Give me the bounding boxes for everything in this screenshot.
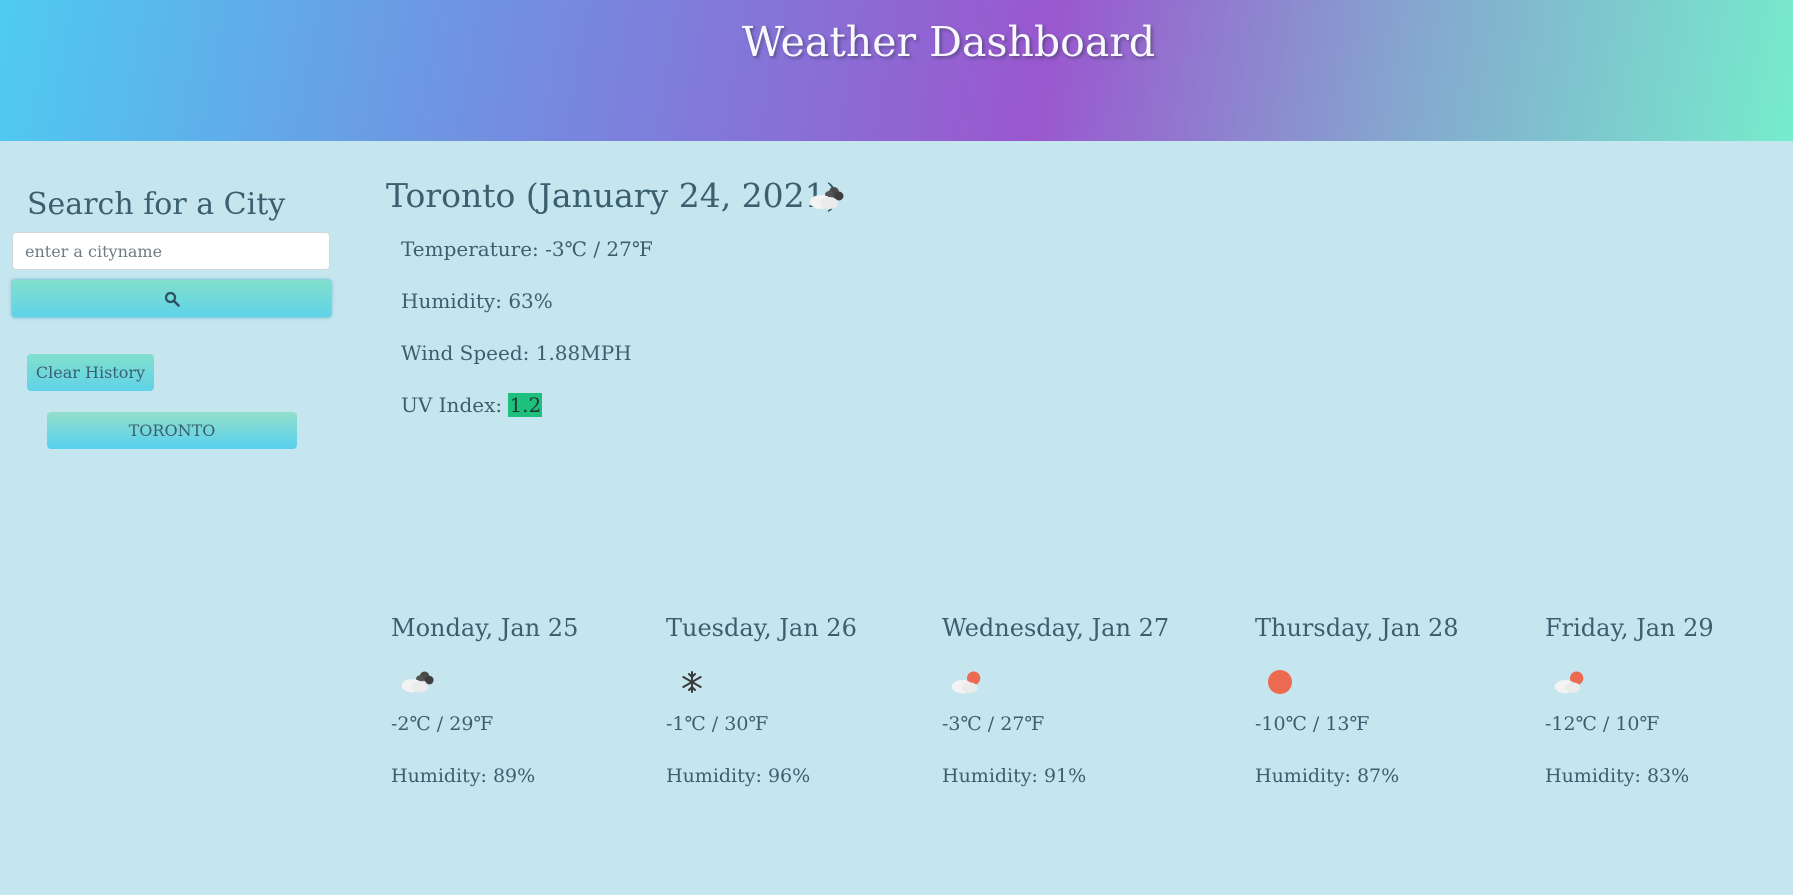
sidebar-title: Search for a City xyxy=(27,187,286,222)
forecast-temperature: -10℃ / 13℉ xyxy=(1255,713,1370,735)
header-banner: Weather Dashboard xyxy=(0,0,1793,141)
forecast-day: Tuesday, Jan 26 xyxy=(666,614,857,642)
current-wind-speed: Wind Speed: 1.88MPH xyxy=(401,341,632,365)
forecast-humidity: Humidity: 87% xyxy=(1255,765,1400,787)
forecast-day: Wednesday, Jan 27 xyxy=(942,614,1170,642)
cloudy-icon xyxy=(810,187,844,209)
partly-cloudy-icon xyxy=(951,671,981,694)
forecast-humidity: Humidity: 91% xyxy=(942,765,1087,787)
sun-icon xyxy=(1268,670,1292,694)
clear-history-button[interactable]: Clear History xyxy=(27,354,154,391)
forecast-temperature: -2℃ / 29℉ xyxy=(391,713,494,735)
current-city-title: Toronto (January 24, 2021) xyxy=(386,176,839,215)
current-humidity: Humidity: 63% xyxy=(401,289,553,313)
partly-cloudy-icon xyxy=(1554,671,1584,694)
page-title: Weather Dashboard xyxy=(741,18,1156,66)
cloudy-icon xyxy=(401,671,434,693)
uv-value-badge: 1.2 xyxy=(508,393,543,417)
forecast-humidity: Humidity: 96% xyxy=(666,765,811,787)
forecast-temperature: -3℃ / 27℉ xyxy=(942,713,1045,735)
search-icon xyxy=(164,291,180,307)
forecast-day: Friday, Jan 29 xyxy=(1545,614,1714,642)
current-temperature: Temperature: -3℃ / 27℉ xyxy=(401,237,653,261)
snowflake-icon xyxy=(682,671,702,693)
current-uv-index: UV Index: 1.2 xyxy=(401,393,543,417)
search-button[interactable] xyxy=(11,279,332,318)
forecast-humidity: Humidity: 89% xyxy=(391,765,536,787)
city-search-input[interactable] xyxy=(12,232,330,270)
uv-label: UV Index: xyxy=(401,393,503,417)
forecast-temperature: -12℃ / 10℉ xyxy=(1545,713,1660,735)
history-item-toronto[interactable]: TORONTO xyxy=(47,412,297,449)
forecast-day: Thursday, Jan 28 xyxy=(1255,614,1459,642)
forecast-temperature: -1℃ / 30℉ xyxy=(666,713,769,735)
forecast-day: Monday, Jan 25 xyxy=(391,614,579,642)
forecast-humidity: Humidity: 83% xyxy=(1545,765,1690,787)
